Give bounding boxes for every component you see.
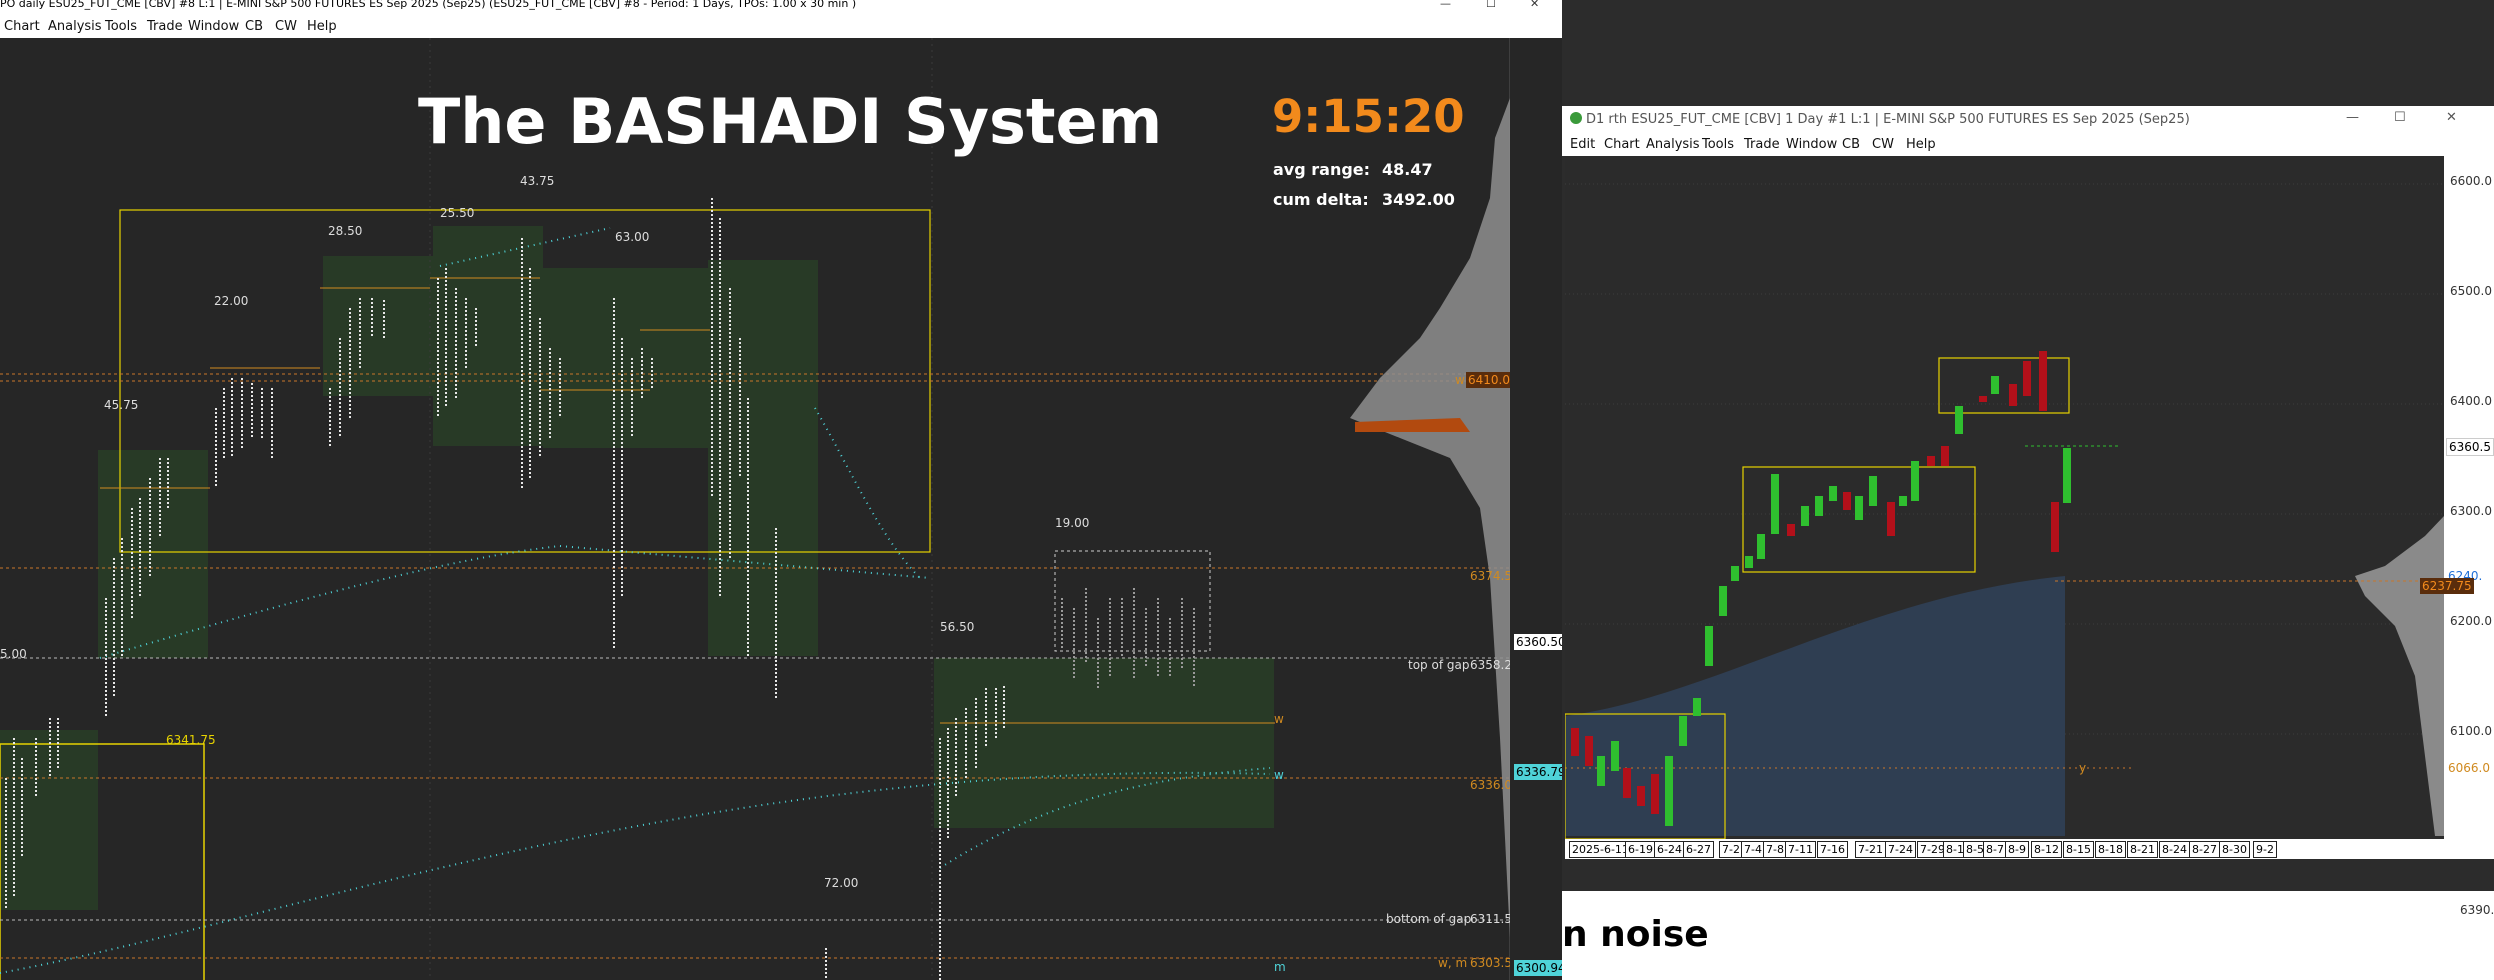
price-tick: 6300.0 [2450, 504, 2492, 518]
menu-cb[interactable]: CB [245, 19, 263, 34]
menu-tools[interactable]: Tools [1702, 137, 1734, 152]
range-label: 5.00 [0, 647, 27, 661]
cum-delta-value: 3492.00 [1382, 190, 1455, 209]
menu-chart[interactable]: Chart [4, 19, 40, 34]
date-tick: 9-2 [2253, 841, 2277, 858]
m-marker: m [1274, 960, 1286, 974]
right-menubar: Edit Chart Analysis Tools Trade Window C… [1562, 134, 2494, 156]
range-label: 19.00 [1055, 516, 1090, 530]
range-label: 45.75 [104, 398, 139, 412]
price-tick: 6600.0 [2450, 174, 2492, 188]
w-marker: w [1455, 373, 1465, 387]
system-title: The BASHADI System [418, 85, 1163, 158]
menu-analysis[interactable]: Analysis [48, 19, 102, 34]
w-marker: w [1274, 768, 1284, 782]
menu-cb[interactable]: CB [1842, 137, 1860, 152]
date-tick: 7-8 [1763, 841, 1787, 858]
price-tag: 6336.79 [1514, 764, 1562, 780]
price-tag: 6300.94 [1514, 960, 1562, 976]
date-tick: 7-2 [1719, 841, 1743, 858]
right-titlebar: D1 rth ESU25_FUT_CME [CBV] 1 Day #1 L:1 … [1562, 106, 2494, 134]
date-tick: 6-24 [1654, 841, 1685, 858]
menu-trade[interactable]: Trade [147, 19, 183, 34]
top-of-gap-label: top of gap [1408, 658, 1470, 672]
left-titlebar: PO daily ESU25_FUT_CME [CBV] #8 L:1 | E-… [0, 0, 1562, 14]
menu-cw[interactable]: CW [275, 19, 297, 34]
date-tick: 7-4 [1741, 841, 1765, 858]
range-label: 43.75 [520, 174, 555, 188]
maximize-icon[interactable]: ☐ [1486, 0, 1496, 9]
date-tick: 6-19 [1625, 841, 1656, 858]
price-tick: 6100.0 [2450, 724, 2492, 738]
menu-chart[interactable]: Chart [1604, 137, 1640, 152]
y-marker: y [2079, 761, 2087, 775]
left-chart-window: PO daily ESU25_FUT_CME [CBV] #8 L:1 | E-… [0, 0, 1562, 980]
range-label: 22.00 [214, 294, 249, 308]
price-tag: 6360.5 [2446, 438, 2494, 456]
menu-analysis[interactable]: Analysis [1646, 137, 1700, 152]
price-tick: 6390. [2460, 903, 2494, 917]
menu-tools[interactable]: Tools [105, 19, 137, 34]
minimize-icon[interactable]: — [2346, 110, 2359, 125]
price-tag: 6237.75 [2420, 578, 2474, 594]
menu-cw[interactable]: CW [1872, 137, 1894, 152]
caption-text: n noise [1562, 914, 1709, 955]
date-tick: 2025-6-11 [1569, 841, 1632, 858]
menu-help[interactable]: Help [1906, 137, 1936, 152]
range-label: 63.00 [615, 230, 650, 244]
avg-range-value: 48.47 [1382, 160, 1433, 179]
close-icon[interactable]: ✕ [1530, 0, 1539, 9]
cum-delta-label: cum delta: [1273, 190, 1369, 209]
daily-candle-chart[interactable]: y [1565, 156, 2444, 839]
date-tick: 7-11 [1785, 841, 1816, 858]
maximize-icon[interactable]: ☐ [2394, 110, 2406, 125]
date-tick: 8-18 [2095, 841, 2126, 858]
close-icon[interactable]: ✕ [2446, 110, 2457, 125]
menu-window[interactable]: Window [1786, 137, 1837, 152]
date-tick: 8-15 [2063, 841, 2094, 858]
right-window-title: D1 rth ESU25_FUT_CME [CBV] 1 Day #1 L:1 … [1586, 112, 2190, 127]
bottom-of-gap-label: bottom of gap [1386, 912, 1472, 926]
date-tick: 7-24 [1885, 841, 1916, 858]
tpo-chart-svg [0, 38, 1510, 980]
date-tick: 8-27 [2189, 841, 2220, 858]
date-tick: 7-21 [1855, 841, 1886, 858]
price-tick: 6200.0 [2450, 614, 2492, 628]
menu-help[interactable]: Help [307, 19, 337, 34]
avg-range-label: avg range: [1273, 160, 1371, 179]
level-label: 6341.75 [166, 733, 216, 747]
left-window-title: PO daily ESU25_FUT_CME [CBV] #8 L:1 | E-… [0, 0, 857, 10]
menu-trade[interactable]: Trade [1744, 137, 1780, 152]
left-price-scale[interactable]: 6360.50 6336.79 6300.94 [1510, 38, 1562, 980]
date-tick: 6-27 [1683, 841, 1714, 858]
range-label: 72.00 [824, 876, 859, 890]
clock-readout: 9:15:20 [1272, 90, 1465, 143]
left-menubar: Chart Analysis Tools Trade Window CB CW … [0, 14, 1562, 38]
range-label: 28.50 [328, 224, 363, 238]
range-label: 56.50 [940, 620, 975, 634]
app-icon [1570, 112, 1582, 124]
menu-edit[interactable]: Edit [1570, 137, 1595, 152]
minimize-icon[interactable]: — [1440, 0, 1451, 9]
date-tick: 8-21 [2127, 841, 2158, 858]
w-marker: w [1274, 712, 1284, 726]
price-tag: 6066.0 [2446, 760, 2492, 776]
price-tick: 6500.0 [2450, 284, 2492, 298]
date-tick: 8-7 [1983, 841, 2007, 858]
range-label: 25.50 [440, 206, 475, 220]
right-price-scale[interactable]: 6600.0 6500.0 6400.0 6300.0 6200.0 6100.… [2420, 156, 2494, 839]
date-tick: 8-24 [2159, 841, 2190, 858]
date-tick: 8-9 [2005, 841, 2029, 858]
date-tick: 8-30 [2219, 841, 2250, 858]
date-axis: 2025-6-11 6-19 6-24 6-27 7-2 7-4 7-8 7-1… [1565, 839, 2494, 859]
price-tag: 6360.50 [1514, 634, 1562, 650]
wm-marker: w, m [1438, 956, 1468, 970]
price-tick: 6400.0 [2450, 394, 2492, 408]
menu-window[interactable]: Window [188, 19, 239, 34]
candle-chart-svg [1565, 183, 2444, 839]
date-tick: 8-12 [2031, 841, 2062, 858]
date-tick: 7-16 [1817, 841, 1848, 858]
tpo-chart-area[interactable]: The BASHADI System 9:15:20 avg range: 48… [0, 38, 1520, 980]
